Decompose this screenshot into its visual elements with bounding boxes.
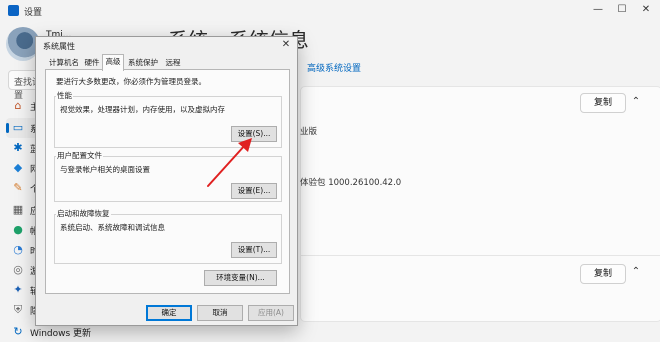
startup-recovery-settings-button[interactable]: 设置(T)... bbox=[231, 242, 277, 258]
chevron-up-icon[interactable]: ⌃ bbox=[630, 96, 642, 107]
tab-remote[interactable]: 远程 bbox=[163, 56, 183, 69]
maximize-icon[interactable]: ☐ bbox=[612, 2, 632, 18]
edition-text: 业版 bbox=[300, 127, 318, 137]
device-spec-card bbox=[300, 86, 660, 322]
settings-app-icon bbox=[8, 5, 19, 16]
network-icon: ◆ bbox=[13, 161, 23, 174]
startup-recovery-desc: 系统启动、系统故障和调试信息 bbox=[60, 223, 165, 232]
annotation-arrow bbox=[207, 138, 252, 187]
close-icon[interactable]: ✕ bbox=[279, 38, 293, 52]
personalization-icon: ✎ bbox=[13, 181, 23, 194]
copy-button-device[interactable]: 复制 bbox=[580, 93, 626, 113]
performance-desc: 视觉效果，处理器计划，内存使用，以及虚拟内存 bbox=[60, 105, 225, 114]
time-language-icon: ◔ bbox=[13, 243, 23, 256]
bluetooth-icon: ✱ bbox=[13, 141, 23, 154]
tab-advanced[interactable]: 高级 bbox=[102, 54, 124, 71]
admin-note: 要进行大多数更改，你必须作为管理员登录。 bbox=[56, 77, 206, 86]
tab-system-protection[interactable]: 系统保护 bbox=[124, 56, 162, 69]
environment-variables-button[interactable]: 环境变量(N)... bbox=[204, 270, 277, 286]
ok-button[interactable]: 确定 bbox=[146, 305, 192, 321]
experience-text: 体验包 1000.26100.42.0 bbox=[300, 178, 402, 188]
copy-button-windows[interactable]: 复制 bbox=[580, 264, 626, 284]
system-icon: ▭ bbox=[12, 121, 24, 134]
user-profiles-desc: 与登录帐户相关的桌面设置 bbox=[60, 165, 150, 174]
minimize-icon[interactable]: — bbox=[588, 2, 608, 18]
settings-window-title: 设置 bbox=[24, 8, 43, 18]
tab-hardware[interactable]: 硬件 bbox=[83, 56, 101, 69]
tab-computer-name[interactable]: 计算机名 bbox=[46, 56, 82, 69]
card-divider bbox=[300, 255, 660, 256]
dialog-title: 系统属性 bbox=[43, 42, 75, 51]
advanced-system-settings-link[interactable]: 高级系统设置 bbox=[307, 61, 361, 74]
apps-icon: ▦ bbox=[12, 203, 24, 216]
gaming-icon: ◎ bbox=[13, 263, 23, 276]
startup-recovery-label: 启动和故障恢复 bbox=[56, 208, 111, 219]
chevron-up-icon[interactable]: ⌃ bbox=[630, 266, 642, 277]
cancel-button[interactable]: 取消 bbox=[197, 305, 243, 321]
apply-button[interactable]: 应用(A) bbox=[248, 305, 294, 321]
sidebar-item-label: Windows 更新 bbox=[30, 329, 92, 339]
user-profiles-label: 用户配置文件 bbox=[56, 150, 103, 161]
windows-update-icon: ↻ bbox=[13, 325, 23, 338]
close-icon[interactable]: ✕ bbox=[636, 2, 656, 18]
home-icon: ⌂ bbox=[14, 99, 22, 112]
performance-label: 性能 bbox=[56, 90, 73, 101]
privacy-icon: ⛨ bbox=[13, 303, 23, 316]
settings-titlebar: 设置 — ☐ ✕ bbox=[0, 0, 660, 22]
accounts-icon: ● bbox=[13, 223, 23, 236]
accessibility-icon: ✦ bbox=[13, 283, 23, 296]
